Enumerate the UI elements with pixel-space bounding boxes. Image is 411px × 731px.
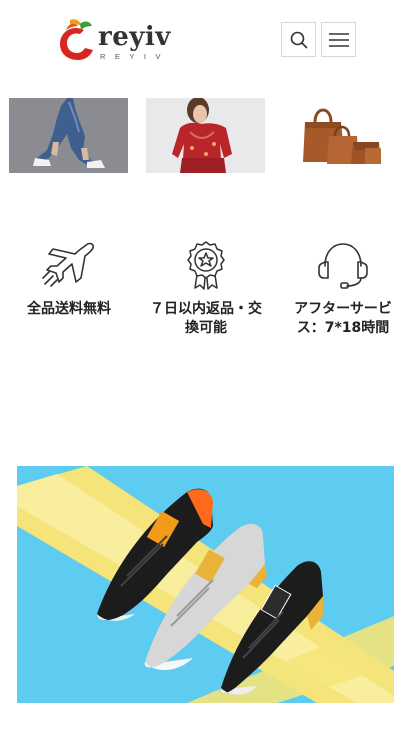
award-badge-icon (187, 241, 225, 290)
airplane-icon (42, 242, 94, 287)
product-image (146, 98, 265, 173)
feature-label: ７日以内返品・交換可能 (150, 301, 262, 336)
feature-label: アフターサービス：7*18時間 (294, 301, 392, 336)
hamburger-menu-icon (328, 32, 349, 47)
logo-subtext: REYIV (100, 52, 171, 61)
product-thumb-red-floral-blouse[interactable] (146, 98, 265, 173)
logo-link[interactable]: reyiv REYIV (54, 18, 184, 62)
product-image (9, 98, 128, 173)
banner-image (17, 466, 394, 703)
product-thumb-denim-capri-pants[interactable] (9, 98, 128, 173)
search-button[interactable] (281, 22, 316, 57)
menu-button[interactable] (321, 22, 356, 57)
sneakers-banner[interactable] (17, 466, 394, 703)
logo-text: reyiv (98, 22, 171, 52)
product-thumb-brown-leather-handbag-set[interactable] (283, 98, 402, 173)
feature-free-shipping: 全品送料無料 (9, 240, 129, 319)
site-header: reyiv REYIV (0, 0, 411, 86)
headset-icon (318, 243, 368, 289)
feature-label: 全品送料無料 (27, 301, 111, 317)
search-icon (290, 31, 307, 48)
feature-returns: ７日以内返品・交換可能 (146, 240, 266, 338)
product-image (283, 98, 402, 173)
feature-after-service: アフターサービス：7*18時間 (283, 240, 403, 338)
logo-icon (60, 19, 93, 60)
